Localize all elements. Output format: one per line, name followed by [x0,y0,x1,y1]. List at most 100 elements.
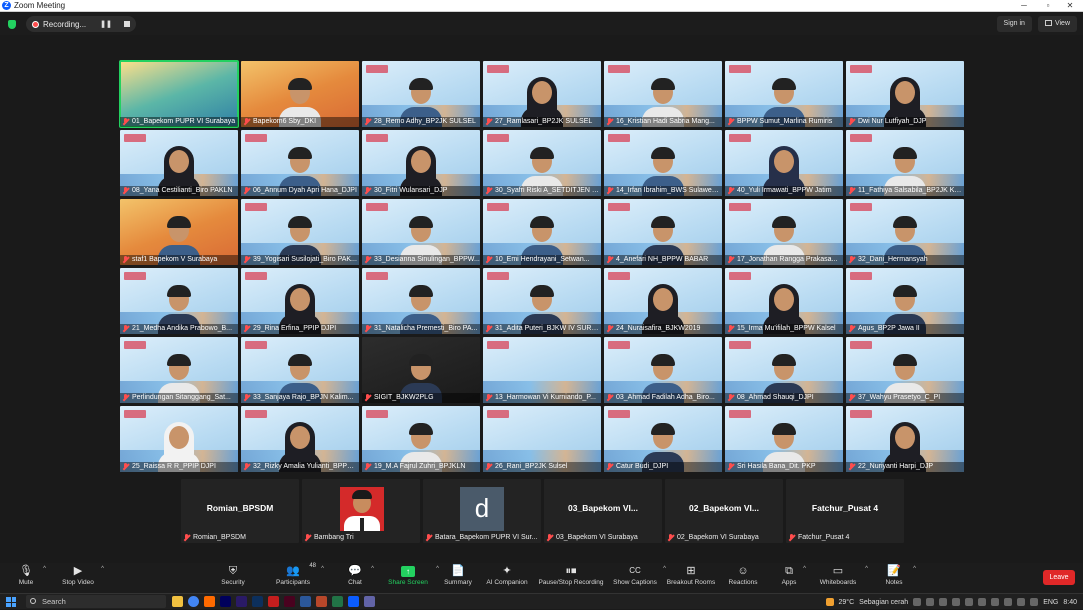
participant-video-tile[interactable]: 39_Yogisari Susilojati_Biro PAK... [241,199,359,265]
maximize-button[interactable]: ▫ [1037,0,1059,12]
chat-button[interactable]: 💬 Chat ^ [344,563,374,593]
participant-video-tile[interactable]: SIGIT_BJKW2PLG [362,337,480,403]
tray-icon[interactable] [1004,598,1013,606]
chevron-up-icon[interactable]: ^ [803,566,806,572]
teams-icon[interactable] [364,596,375,607]
stop-recording-icon[interactable] [123,21,130,27]
photoshop-icon[interactable] [252,596,263,607]
windows-start-icon[interactable] [6,597,16,607]
chrome-icon[interactable] [188,596,199,607]
file-explorer-icon[interactable] [172,596,183,607]
participant-video-tile[interactable]: Sri Hasila Bana_Dit. PKP [725,406,843,472]
participant-video-tile[interactable]: 33_Desianna Sinulingan_BPPW... [362,199,480,265]
tray-icon[interactable] [991,598,1000,606]
show-captions-button[interactable]: CC Show Captions ^ [612,563,666,593]
minimize-button[interactable]: ─ [1013,0,1035,12]
apps-button[interactable]: ⧉ Apps ^ [780,563,806,593]
tray-icon[interactable] [952,598,961,606]
chevron-up-icon[interactable]: ^ [321,566,324,572]
participant-video-tile[interactable]: 32_Dani_Hermansyah [846,199,964,265]
pause-recording-icon[interactable]: ❚❚ [100,20,112,28]
pause-stop-recording-button[interactable]: ⏸⏹ Pause/Stop Recording [537,563,605,593]
participant-video-tile[interactable]: 08_Yana Cestilianti_Biro PAKLN [120,130,238,196]
security-button[interactable]: ⛨ Security [218,563,248,593]
language-indicator[interactable]: ENG [1043,599,1058,606]
volume-icon[interactable] [1030,598,1039,606]
participant-video-tile[interactable]: 17_Jonathan Rangga Prakasa... [725,199,843,265]
chevron-up-icon[interactable]: ^ [371,566,374,572]
tray-icon[interactable] [965,598,974,606]
participant-video-tile[interactable]: 31_Natalicha Premesti_Biro PA... [362,268,480,334]
participants-button[interactable]: 👥 Participants 48 ^ [274,563,324,593]
breakout-rooms-button[interactable]: ⊞ Breakout Rooms [666,563,716,593]
acrobat-icon[interactable] [268,596,279,607]
whiteboards-button[interactable]: ▭ Whiteboards ^ [818,563,868,593]
reactions-button[interactable]: ☺ Reactions [728,563,758,593]
participant-video-tile[interactable]: staf1 Bapekom V Surabaya [120,199,238,265]
participant-video-tile[interactable]: Agus_BP2P Jawa II [846,268,964,334]
ai-companion-button[interactable]: ✦ AI Companion [484,563,530,593]
participant-video-tile[interactable]: 27_Ramlasari_BP2JK SULSEL [483,61,601,127]
participant-video-tile[interactable]: 40_Yuli Irmawati_BPPW Jatim [725,130,843,196]
participant-video-tile[interactable]: 22_Nuriyanti Harpi_DJP [846,406,964,472]
tray-icon[interactable] [926,598,935,606]
participant-video-tile[interactable]: 31_Adita Puteri_BJKW IV SURA... [483,268,601,334]
indesign-icon[interactable] [284,596,295,607]
participant-video-tile[interactable]: 16_Kristian Hadi Sabria Mang... [604,61,722,127]
tray-icon[interactable] [913,598,922,606]
participant-video-tile[interactable]: 10_Emi Hendrayani_Setwan... [483,199,601,265]
powerpoint-icon[interactable] [316,596,327,607]
participant-video-tile[interactable]: 19_M.A Fajrul Zuhri_BPJKLN [362,406,480,472]
participant-video-tile[interactable]: 33_Sanjaya Rajo_BPJN Kalim... [241,337,359,403]
chevron-up-icon[interactable]: ^ [101,566,104,572]
participant-video-tile[interactable]: 29_Rina Erfina_PPIP DJPI [241,268,359,334]
participant-video-tile[interactable]: 4_Anefari NH_BPPW BABAR [604,199,722,265]
participant-video-tile[interactable]: 11_Fathiya Salsabila_BP2JK KAL... [846,130,964,196]
participant-video-tile[interactable]: 01_Bapekom PUPR VI Surabaya [119,60,239,128]
summary-button[interactable]: 📄 Summary [442,563,474,593]
participant-video-off-tile[interactable]: 03_Bapekom VI... 03_Bapekom VI Surabaya [544,479,662,543]
participant-video-tile[interactable]: 28_Remo Adhy_BP2JK SULSEL [362,61,480,127]
participant-video-tile[interactable]: 32_Rizky Amalia Yulianti_BPPW... [241,406,359,472]
close-button[interactable]: ✕ [1059,0,1081,12]
participant-video-tile[interactable]: 06_Annum Dyah Apri Hana_DJPI [241,130,359,196]
chevron-up-icon[interactable]: ^ [913,566,916,572]
leave-button[interactable]: Leave [1043,570,1075,585]
taskbar-search[interactable]: Search [26,595,166,608]
participant-video-off-tile[interactable]: Bambang Tri [302,479,420,543]
participant-video-tile[interactable]: 08_Ahmad Shauqi_DJPI [725,337,843,403]
tray-icon[interactable] [939,598,948,606]
participant-video-tile[interactable]: 30_Syafri Riski A_SETDITJEN S... [483,130,601,196]
notes-button[interactable]: 📝 Notes ^ [882,563,917,593]
chevron-up-icon[interactable]: ^ [436,566,439,572]
share-screen-button[interactable]: ↑ Share Screen ^ [387,563,439,593]
participant-video-tile[interactable]: 21_Medha Andika Prabowo_B... [120,268,238,334]
clock[interactable]: 8:40 [1063,599,1077,606]
chevron-up-icon[interactable]: ^ [865,566,868,572]
stop-video-button[interactable]: ▶ Stop Video ^ [60,563,104,593]
sign-in-button[interactable]: Sign in [996,16,1032,32]
participant-video-tile[interactable]: 26_Rani_BP2JK Sulsel [483,406,601,472]
zoom-taskbar-icon[interactable] [348,596,359,607]
wifi-icon[interactable] [1017,598,1026,606]
participant-video-tile[interactable]: 03_Ahmad Fadilah Adha_Biro... [604,337,722,403]
participant-video-tile[interactable]: BPPW Sumut_Marlina Rumiris [725,61,843,127]
participant-video-tile[interactable]: 15_Irma Mu'ifilah_BPPW Kalsel [725,268,843,334]
participant-video-tile[interactable]: 30_Fitri Wulansari_DJP [362,130,480,196]
participant-video-tile[interactable]: 24_Nuraisafira_BJKW2019 [604,268,722,334]
participant-video-off-tile[interactable]: Romian_BPSDM Romian_BPSDM [181,479,299,543]
participant-video-tile[interactable]: 37_Wahyu Prasetyo_C_PI [846,337,964,403]
app-icon[interactable] [204,596,215,607]
participant-video-off-tile[interactable]: d Batara_Bapekom PUPR VI Sur... [423,479,541,543]
after-effects-icon[interactable] [220,596,231,607]
participant-video-tile[interactable]: Bapekom6 Sby_DKI [241,61,359,127]
participant-video-tile[interactable]: Dwi Nur Lutfiyah_DJP [846,61,964,127]
participant-video-off-tile[interactable]: 02_Bapekom VI... 02_Bapekom VI Surabaya [665,479,783,543]
view-button[interactable]: View [1037,16,1077,32]
participant-video-tile[interactable]: 14_Irfan Ibrahim_BWS Sulawesi... [604,130,722,196]
participant-video-tile[interactable]: Perlindungan Sitanggang_Sat... [120,337,238,403]
participant-video-off-tile[interactable]: Fatchur_Pusat 4 Fatchur_Pusat 4 [786,479,904,543]
participant-video-tile[interactable]: 13_Harmowan Vi Kurniando_P... [483,337,601,403]
participant-video-tile[interactable]: Catur Budi_DJPI [604,406,722,472]
premiere-icon[interactable] [236,596,247,607]
